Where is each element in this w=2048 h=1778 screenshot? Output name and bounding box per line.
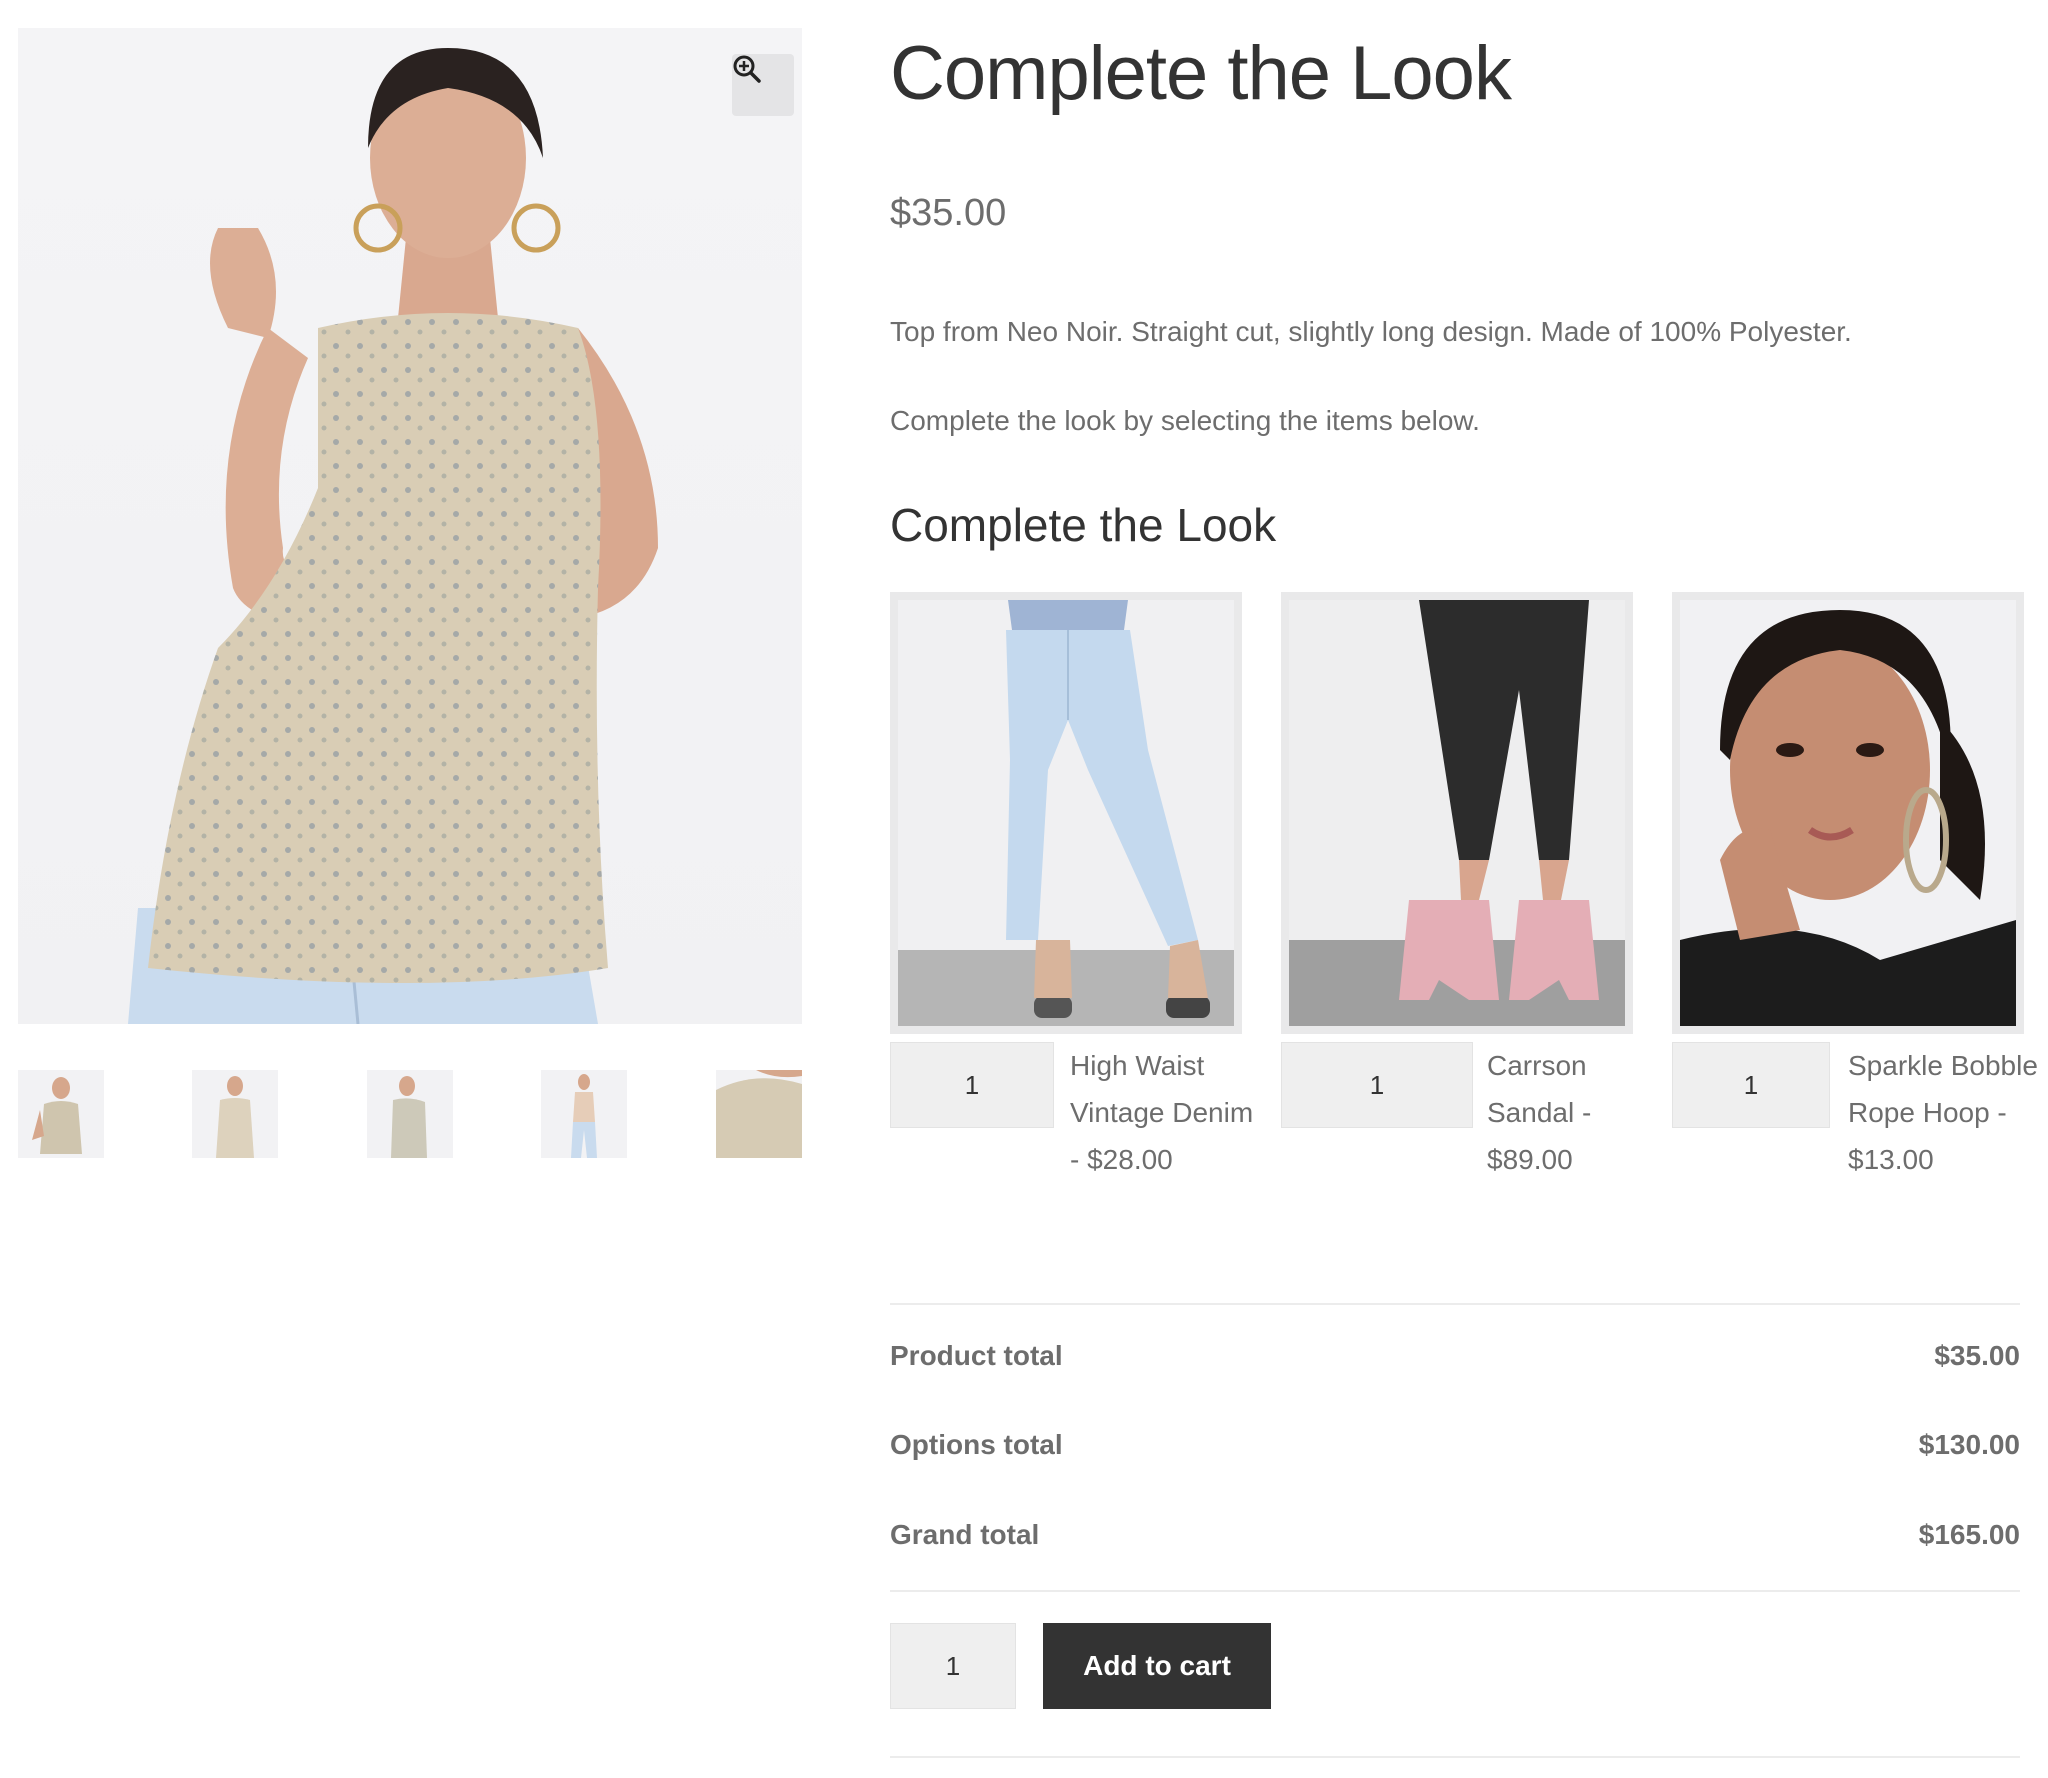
cart-quantity-input[interactable]: 1 [890, 1623, 1016, 1709]
main-product-image[interactable] [18, 28, 802, 1024]
divider-top [890, 1303, 2020, 1305]
thumbnail-1[interactable] [18, 1070, 104, 1158]
grand-total-label: Grand total [890, 1519, 1040, 1550]
option-image-denim[interactable] [890, 592, 1242, 1034]
add-to-cart-button[interactable]: Add to cart [1043, 1623, 1271, 1709]
options-heading: Complete the Look [890, 499, 1277, 551]
product-instructions: Complete the look by selecting the items… [890, 405, 1480, 436]
option-qty-input-sandal[interactable]: 1 [1281, 1042, 1473, 1128]
option-qty-input-hoop[interactable]: 1 [1672, 1042, 1830, 1128]
product-title: Complete the Look [890, 31, 1512, 116]
option-label-hoop: Sparkle Bobble Rope Hoop - $13.00 [1848, 1050, 2038, 1175]
divider-bottom [890, 1756, 2020, 1758]
gallery-thumbnails [18, 1070, 802, 1158]
product-total-label: Product total [890, 1340, 1063, 1371]
product-price: $35.00 [890, 192, 1007, 234]
product-description: Top from Neo Noir. Straight cut, slightl… [890, 316, 1852, 347]
thumbnail-4[interactable] [541, 1070, 627, 1158]
zoom-in-icon [733, 55, 761, 83]
option-qty-input-denim[interactable]: 1 [890, 1042, 1054, 1128]
thumbnail-2[interactable] [192, 1070, 278, 1158]
zoom-button[interactable] [732, 54, 794, 116]
thumbnail-5[interactable] [716, 1070, 802, 1158]
option-image-hoop[interactable] [1672, 592, 2024, 1034]
product-page: Complete the Look $35.00 Top from Neo No… [0, 0, 2048, 1778]
option-image-sandal[interactable] [1281, 592, 1633, 1034]
options-total-label: Options total [890, 1429, 1063, 1460]
option-label-sandal: Carrson Sandal - $89.00 [1487, 1050, 1592, 1175]
option-label-denim: High Waist Vintage Denim - $28.00 [1070, 1050, 1254, 1175]
thumbnail-3[interactable] [367, 1070, 453, 1158]
options-total-value: $130.00 [1918, 1429, 2020, 1460]
product-total-value: $35.00 [1934, 1340, 2020, 1371]
model-top-illustration [128, 48, 658, 1024]
divider-middle [890, 1590, 2020, 1592]
grand-total-value: $165.00 [1918, 1519, 2020, 1550]
